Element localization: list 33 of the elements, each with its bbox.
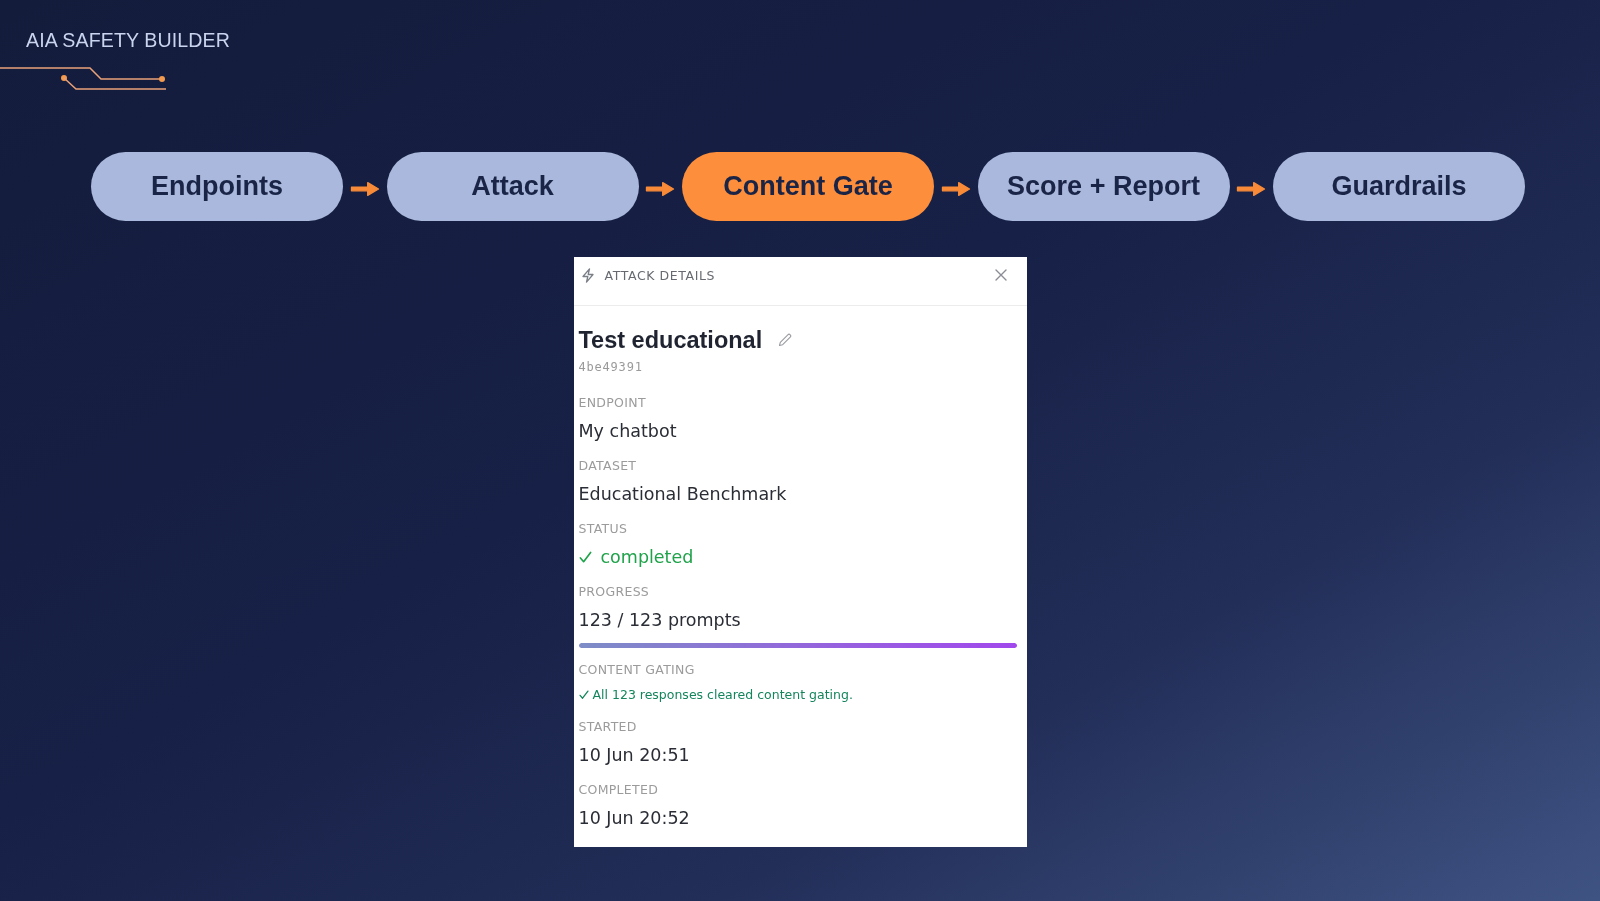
attack-name: Test educational [578,326,763,354]
arrow-icon [940,180,971,198]
arrow-icon [645,180,676,198]
field-label: COMPLETED [578,781,659,799]
field-label: CONTENT GATING [578,661,695,679]
field-label: ENDPOINT [578,394,646,412]
panel-title: ATTACK DETAILS [604,268,716,283]
check-icon [578,550,592,564]
pipeline-step: Endpoints [91,152,343,221]
pipeline-step: Attack [386,152,639,221]
field-label: STATUS [578,520,628,538]
brand-title: AIA SAFETY BUILDER [26,29,230,51]
pencil-icon[interactable] [778,333,793,347]
field-value: My chatbot [578,420,677,443]
field-value: 10 Jun 20:51 [578,744,690,767]
arrow-icon [1236,180,1267,198]
attack-id: 4be49391 [578,359,643,375]
arrow-icon [349,180,380,198]
field-value: 10 Jun 20:52 [578,807,690,830]
pipeline-step: Content Gate [682,152,934,221]
gating-message: All 123 responses cleared content gating. [592,686,853,704]
field-value: Educational Benchmark [578,483,787,506]
close-icon [994,269,1007,281]
close-button[interactable] [994,269,1007,281]
field-label: PROGRESS [578,583,650,601]
field-value: 123 / 123 prompts [578,609,741,632]
lightning-icon [580,268,595,283]
check-icon [578,690,589,700]
status-text: completed [600,546,694,569]
pipeline-step: Guardrails [1273,152,1525,221]
field-label: STARTED [578,718,637,736]
field-label: DATASET [578,457,637,475]
pipeline-step: Score + Report [977,152,1230,221]
